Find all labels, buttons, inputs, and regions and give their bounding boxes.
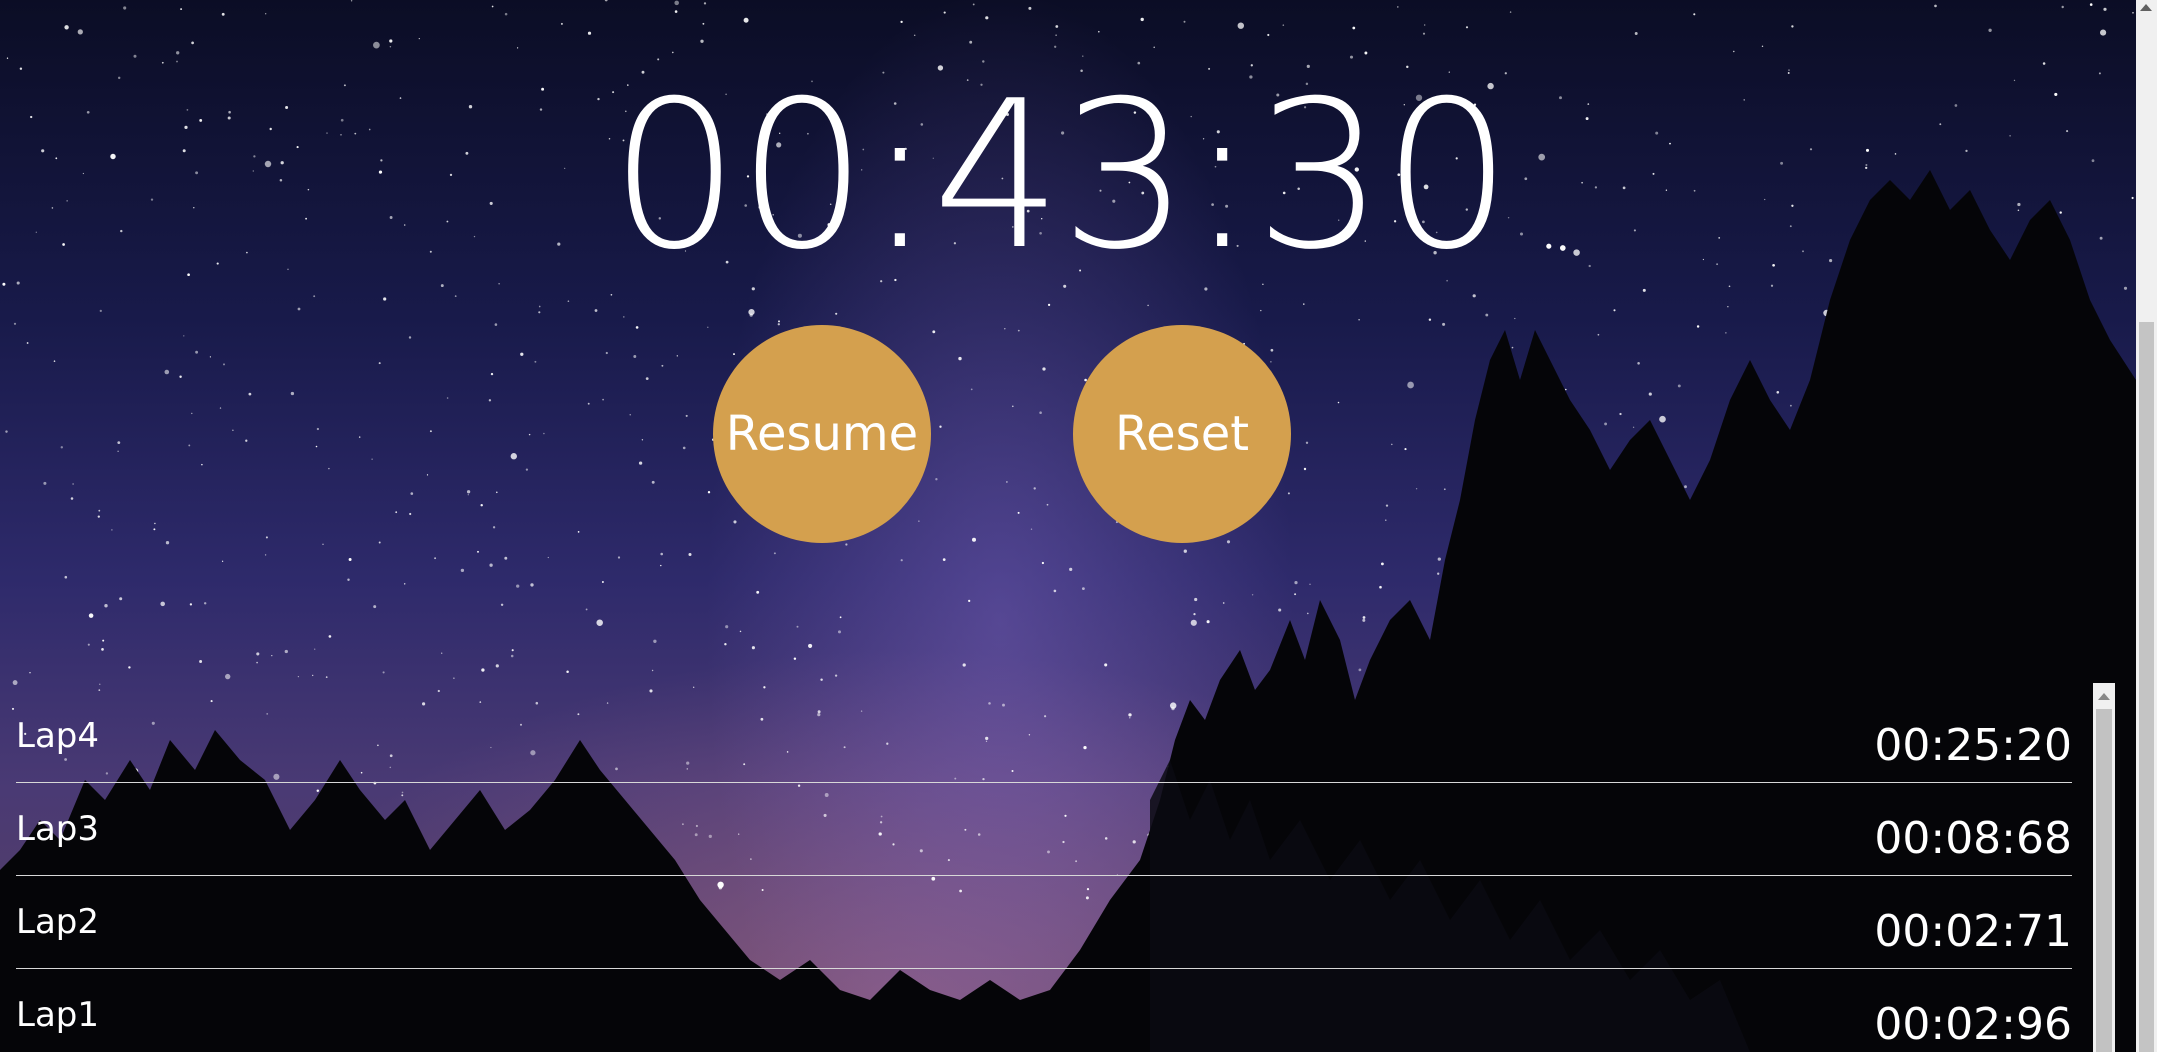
lap-list-scrollbar[interactable] <box>2093 683 2115 1052</box>
lap-row: Lap4 00:25:20 <box>16 690 2072 783</box>
lap-name: Lap2 <box>16 902 99 942</box>
reset-button[interactable]: Reset <box>1073 325 1291 543</box>
scroll-up-arrow-icon[interactable] <box>2140 4 2152 11</box>
resume-button[interactable]: Resume <box>713 325 931 543</box>
lap-name: Lap3 <box>16 809 99 849</box>
lap-row: Lap2 00:02:71 <box>16 876 2072 969</box>
lap-row: Lap1 00:02:96 <box>16 969 2072 1052</box>
lap-name: Lap4 <box>16 716 99 756</box>
page-scrollbar-thumb[interactable] <box>2139 322 2154 1052</box>
lap-list[interactable]: Lap4 00:25:20 Lap3 00:08:68 Lap2 00:02:7… <box>16 690 2072 1052</box>
scroll-up-arrow-icon[interactable] <box>2098 693 2110 700</box>
lap-time: 00:02:71 <box>1874 906 2072 957</box>
stopwatch-page: 00:43:30 Resume Reset Lap4 00:25:20 Lap3… <box>0 0 2157 1052</box>
page-scrollbar[interactable] <box>2136 0 2157 1052</box>
lap-list-scrollbar-thumb[interactable] <box>2096 709 2112 1052</box>
lap-time: 00:02:96 <box>1874 999 2072 1050</box>
lap-name: Lap1 <box>16 995 99 1035</box>
elapsed-time-display: 00:43:30 <box>609 58 1512 295</box>
lap-time: 00:08:68 <box>1874 813 2072 864</box>
lap-time: 00:25:20 <box>1874 720 2072 771</box>
lap-row: Lap3 00:08:68 <box>16 783 2072 876</box>
